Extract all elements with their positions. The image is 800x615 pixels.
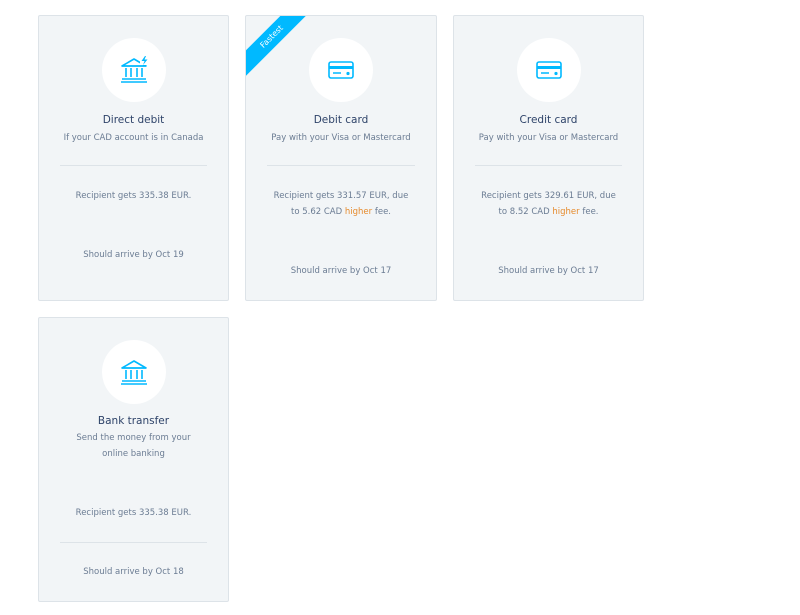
icon-circle <box>101 38 166 102</box>
recipient-amount: Recipient gets 335.38 EUR. <box>75 508 192 518</box>
recipient-amount-line1: Recipient gets 331.57 EUR, due <box>273 191 409 201</box>
icon-circle <box>309 38 373 102</box>
card-subtitle: Pay with your Visa or Mastercard <box>271 133 411 143</box>
card-title: Direct debit <box>102 114 165 126</box>
recipient-amount-line2: to 5.62 CAD higher fee. <box>264 204 418 220</box>
card-subtitle: Send the money from your online banking <box>61 430 206 462</box>
fee-suffix: fee. <box>582 207 599 217</box>
card-icon <box>328 61 354 79</box>
payment-option-bank-transfer[interactable]: Bank transfer Send the money from your o… <box>38 317 229 602</box>
arrival-date: Should arrive by Oct 18 <box>83 567 184 577</box>
recipient-amount: Recipient gets 329.61 EUR, due to 8.52 C… <box>472 188 625 220</box>
card-icon <box>535 61 562 79</box>
card-subtitle-line2: online banking <box>102 449 165 459</box>
payment-option-credit-card[interactable]: Credit card Pay with your Visa or Master… <box>453 15 644 301</box>
card-subtitle-line1: Send the money from your <box>76 433 191 443</box>
fee-highlight: higher <box>344 207 373 217</box>
bank-icon <box>120 360 147 385</box>
payment-option-debit-card[interactable]: Fastest Debit card Pay with your Visa or… <box>245 15 437 301</box>
card-subtitle: Pay with your Visa or Mastercard <box>478 133 619 143</box>
icon-circle <box>516 38 581 102</box>
card-title: Debit card <box>313 114 369 126</box>
fee-amount: to 8.52 CAD <box>498 207 550 217</box>
recipient-amount-line1: Recipient gets 329.61 EUR, due <box>481 191 616 201</box>
fee-amount: to 5.62 CAD <box>291 207 343 217</box>
payment-option-direct-debit[interactable]: Direct debit If your CAD account is in C… <box>38 15 229 301</box>
card-subtitle: If your CAD account is in Canada <box>63 133 204 143</box>
divider <box>60 542 207 543</box>
recipient-amount: Recipient gets 335.38 EUR. <box>75 191 192 201</box>
card-title: Credit card <box>519 114 578 126</box>
arrival-date: Should arrive by Oct 19 <box>83 250 184 260</box>
bank-bolt-icon <box>120 55 149 83</box>
divider <box>60 165 207 166</box>
fastest-badge: Fastest <box>246 16 314 79</box>
arrival-date: Should arrive by Oct 17 <box>498 266 599 276</box>
recipient-amount-line2: to 8.52 CAD higher fee. <box>472 204 625 220</box>
divider <box>475 165 622 166</box>
divider <box>267 165 415 166</box>
card-title: Bank transfer <box>97 415 170 427</box>
arrival-date: Should arrive by Oct 17 <box>290 266 392 276</box>
fee-highlight: higher <box>552 207 580 217</box>
icon-circle <box>101 340 166 404</box>
fee-suffix: fee. <box>374 207 391 217</box>
recipient-amount: Recipient gets 331.57 EUR, due to 5.62 C… <box>264 188 418 220</box>
